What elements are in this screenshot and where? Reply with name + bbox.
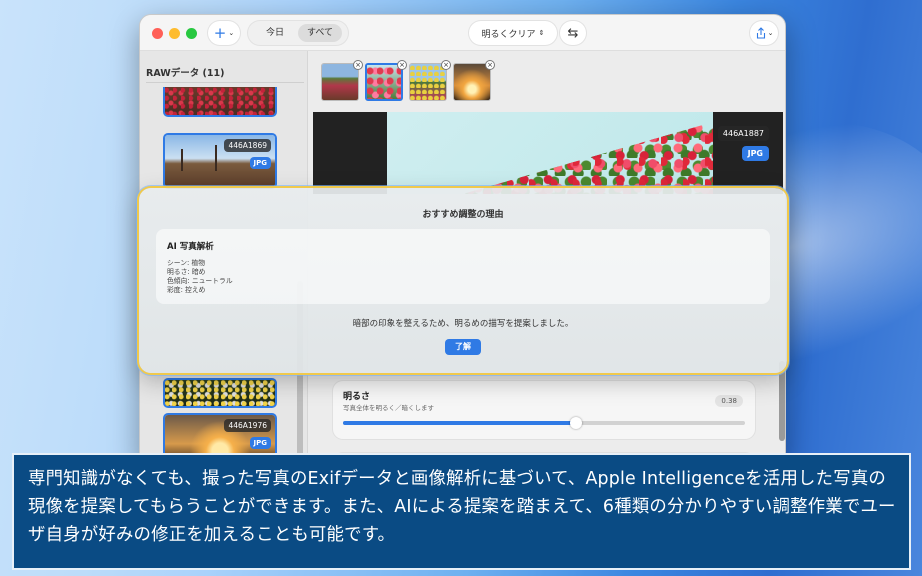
photo-id-badge: 446A1887 — [717, 126, 769, 141]
strip-thumbnail[interactable] — [409, 63, 447, 101]
brightness-slider-track[interactable] — [343, 417, 745, 429]
chevron-down-icon: ⌄ — [228, 29, 235, 37]
brightness-value: 0.38 — [715, 395, 743, 407]
caption-banner: 専門知識がなくても、撮った写真のExifデータと画像解析に基づいて、Apple … — [12, 453, 911, 570]
sidebar-thumbnail[interactable] — [163, 378, 277, 408]
sidebar-thumbnail[interactable] — [163, 87, 277, 117]
strip-thumbnail-selected[interactable] — [365, 63, 403, 101]
remove-icon[interactable]: × — [353, 60, 363, 70]
ai-analysis-box: AI 写真解析 シーン: 植物 明るさ: 暗め 色傾向: ニュートラル 彩度: … — [156, 229, 770, 304]
dialog-message: 暗部の印象を整えるため、明るめの描写を提案しました。 — [352, 319, 574, 329]
strip-thumbnail[interactable] — [321, 63, 359, 101]
brightness-label: 明るさ — [343, 392, 371, 402]
zoom-window-button[interactable] — [186, 28, 197, 39]
divider — [146, 82, 304, 83]
main-scrollbar[interactable] — [779, 361, 785, 441]
sidebar-thumbnail[interactable]: 446A1869 JPG — [163, 133, 277, 189]
plus-icon: + — [213, 24, 227, 42]
analysis-line: 彩度: 控えめ — [167, 286, 206, 294]
swap-button[interactable]: ⇆ — [560, 21, 586, 45]
format-badge: JPG — [741, 146, 769, 161]
preset-selector[interactable]: 明るくクリア ⇕ — [469, 21, 557, 45]
ok-button[interactable]: 了解 — [445, 339, 481, 355]
photo-id-badge: 446A1976 — [224, 419, 271, 432]
add-menu-button[interactable]: + ⌄ — [208, 21, 240, 45]
brightness-slider-fill — [343, 421, 577, 425]
remove-icon[interactable]: × — [485, 60, 495, 70]
brightness-card: 明るさ 写真全体を明るく／暗くします 0.38 — [333, 381, 755, 439]
format-badge: JPG — [249, 437, 271, 449]
segment-all[interactable]: すべて — [298, 24, 342, 42]
remove-icon[interactable]: × — [397, 60, 407, 70]
brightness-description: 写真全体を明るく／暗くします — [343, 404, 434, 412]
caption-text: 専門知識がなくても、撮った写真のExifデータと画像解析に基づいて、Apple … — [28, 469, 896, 545]
toolbar: + ⌄ 今日 すべて 明るくクリア ⇕ ⇆ ⌄ — [140, 15, 785, 51]
dialog-title: おすすめ調整の理由 — [422, 210, 504, 220]
segment-today[interactable]: 今日 — [254, 24, 296, 42]
brightness-slider-knob[interactable] — [570, 417, 583, 429]
recommendation-dialog: おすすめ調整の理由 AI 写真解析 シーン: 植物 明るさ: 暗め 色傾向: ニ… — [139, 188, 787, 373]
strip-thumbnail[interactable] — [453, 63, 491, 101]
share-button[interactable]: ⌄ — [750, 21, 778, 45]
close-window-button[interactable] — [152, 28, 163, 39]
ai-analysis-title: AI 写真解析 — [167, 242, 214, 252]
sidebar-title: RAWデータ (11) — [146, 68, 225, 79]
minimize-window-button[interactable] — [169, 28, 180, 39]
date-segmented-control: 今日 すべて — [248, 21, 348, 45]
fence-post — [215, 145, 217, 171]
preset-label: 明るくクリア — [481, 29, 536, 40]
fence-post — [181, 149, 183, 171]
chevron-down-icon: ⌄ — [767, 29, 774, 37]
photo-preview: 446A1887 JPG — [313, 112, 783, 194]
share-icon — [756, 27, 765, 39]
updown-chevron-icon: ⇕ — [538, 29, 545, 37]
arrows-swap-icon: ⇆ — [567, 25, 579, 41]
format-badge: JPG — [249, 157, 271, 169]
photo-id-badge: 446A1869 — [224, 139, 271, 152]
remove-icon[interactable]: × — [441, 60, 451, 70]
